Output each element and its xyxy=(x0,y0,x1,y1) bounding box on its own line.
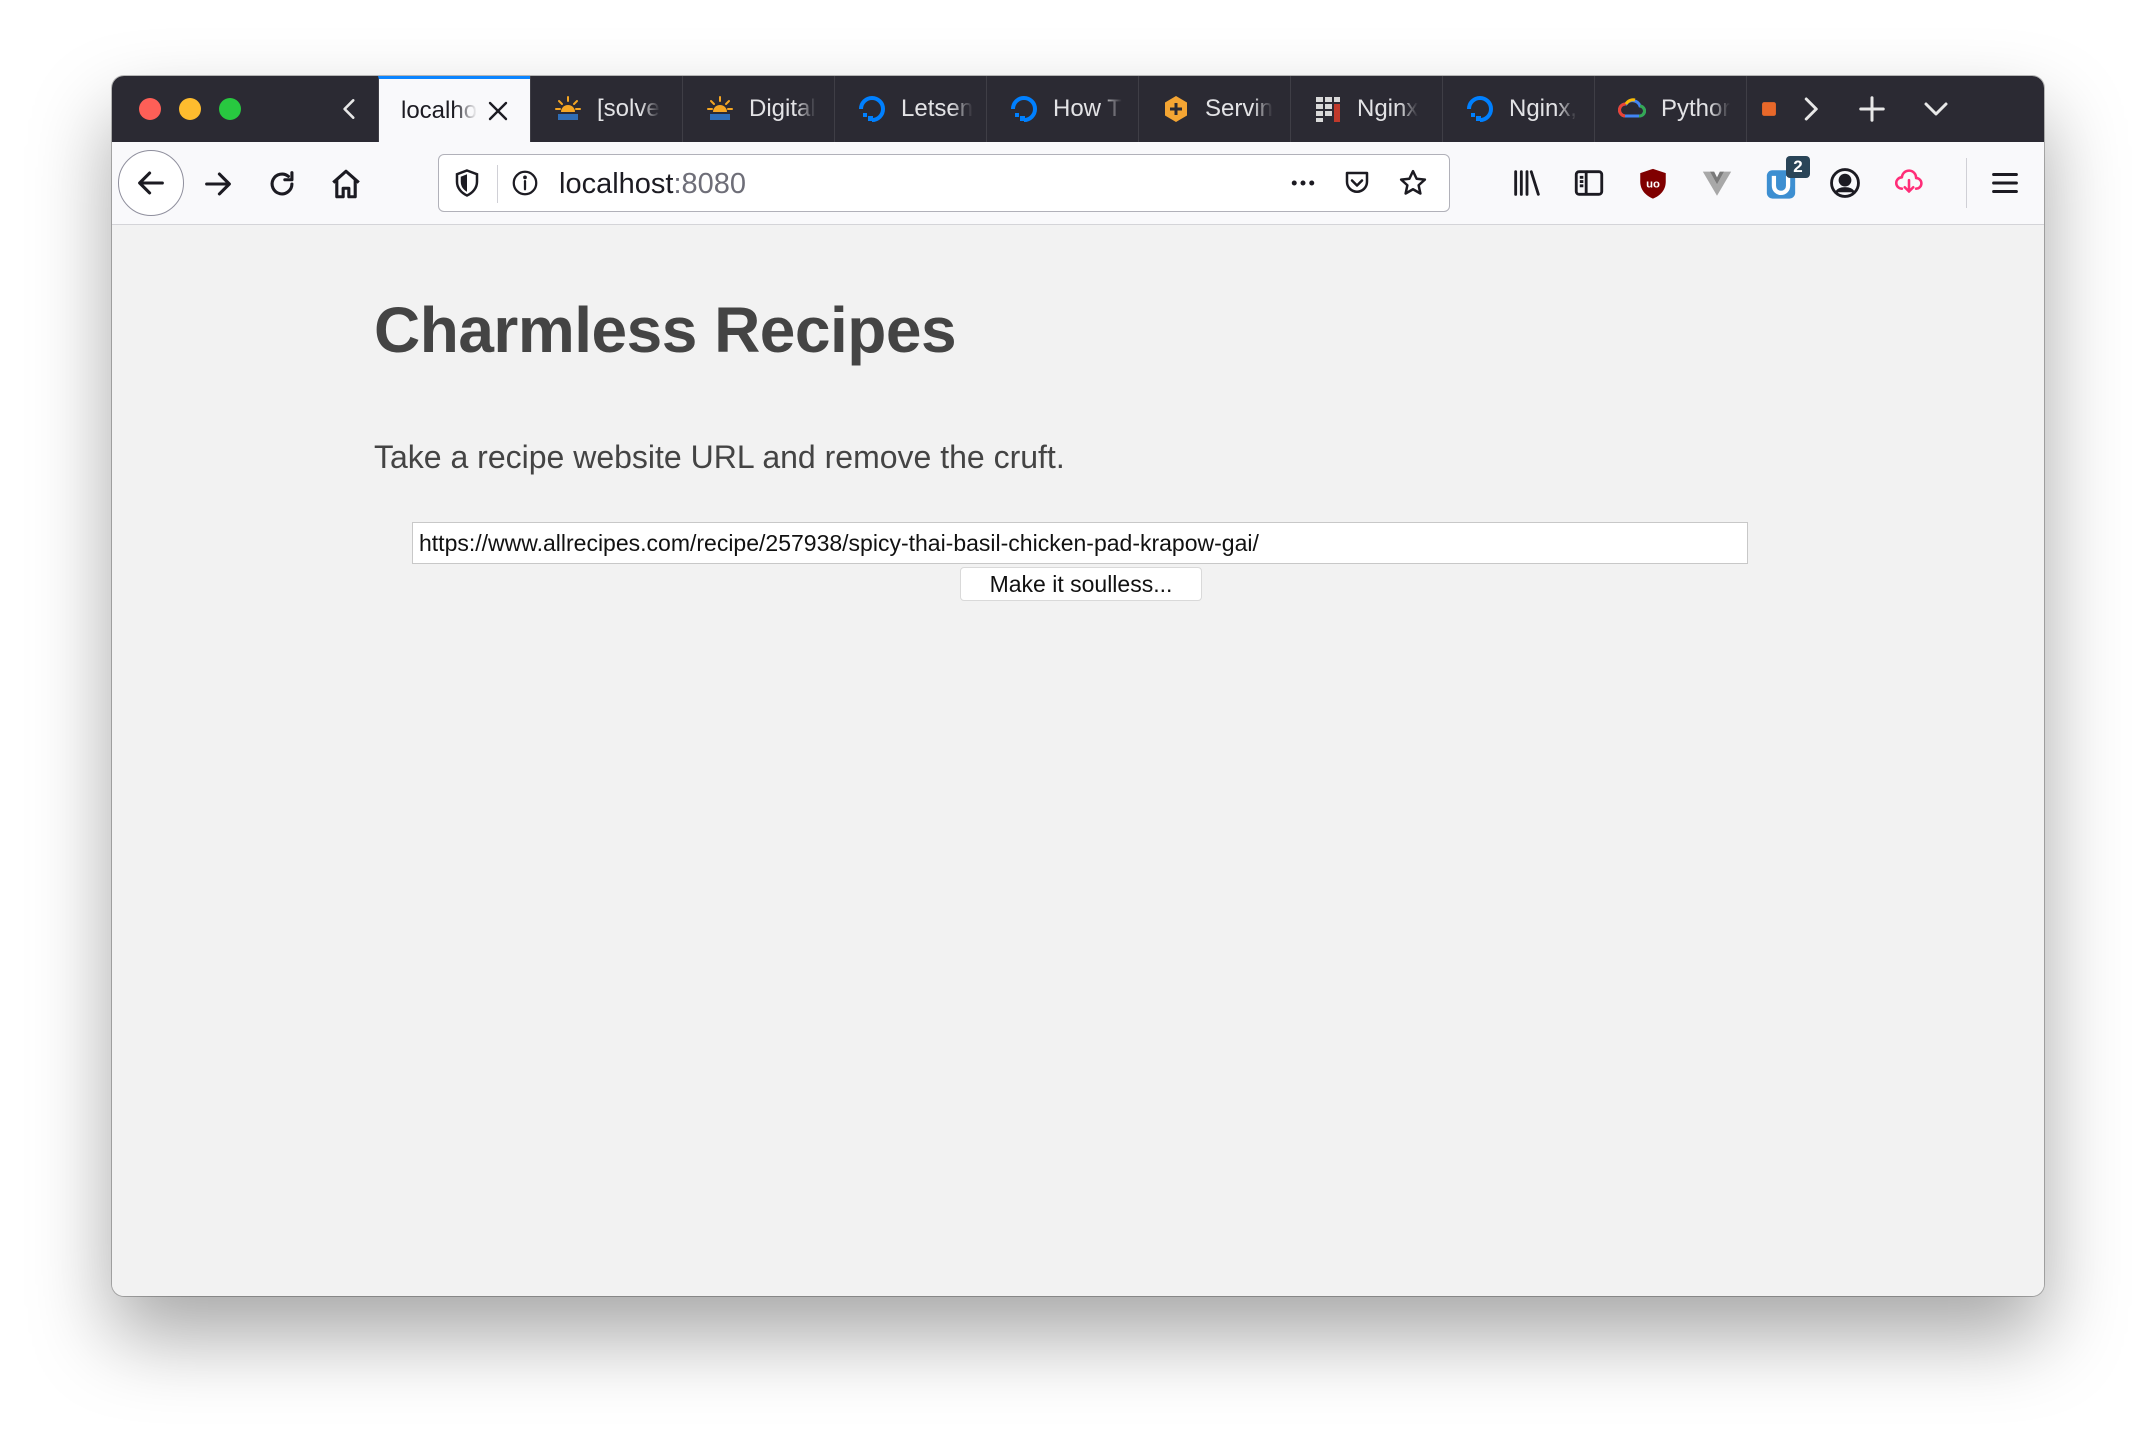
hamburger-menu-icon xyxy=(1992,172,2018,194)
sidebar-icon xyxy=(1574,170,1604,196)
reload-button[interactable] xyxy=(256,158,308,210)
close-tab-icon[interactable] xyxy=(486,99,510,123)
tab-partial[interactable] xyxy=(1746,76,1780,142)
maximize-window-button[interactable] xyxy=(219,98,241,120)
tab-label: localho xyxy=(401,96,478,124)
bookmark-star-button[interactable] xyxy=(1397,167,1429,199)
account-icon xyxy=(1830,168,1860,198)
tab-favicon-icon xyxy=(1761,94,1777,124)
tab-nginx-do[interactable]: Nginx, xyxy=(1442,76,1594,142)
info-icon xyxy=(512,170,538,196)
vue-devtools-button[interactable] xyxy=(1698,164,1736,202)
digitalocean-icon xyxy=(1009,94,1039,124)
tab-label: Pythor xyxy=(1661,95,1731,122)
tab-digital[interactable]: Digital xyxy=(682,76,834,142)
app-menu-button[interactable] xyxy=(1986,164,2024,202)
tab-localhost[interactable]: localho xyxy=(378,76,530,142)
tab-scroll-left-button[interactable] xyxy=(322,76,378,142)
url-host: localhost xyxy=(559,168,674,200)
toolbar-divider xyxy=(1966,158,1967,208)
new-tab-button[interactable] xyxy=(1842,76,1902,142)
digitalocean-icon xyxy=(857,94,887,124)
list-all-tabs-button[interactable] xyxy=(1906,76,1966,142)
shield-icon xyxy=(455,169,479,197)
pocket-icon xyxy=(1345,171,1369,193)
sun-logo-icon xyxy=(705,94,735,124)
tab-letsencrypt[interactable]: Letsen xyxy=(834,76,986,142)
forward-button[interactable] xyxy=(192,158,244,210)
ublock-origin-button[interactable]: uo xyxy=(1634,164,1672,202)
tab-label: Digital xyxy=(749,95,816,122)
svg-text:uo: uo xyxy=(1646,178,1660,190)
sun-logo-icon xyxy=(553,94,583,124)
home-button[interactable] xyxy=(320,158,372,210)
tracking-protection-button[interactable] xyxy=(451,167,483,199)
tab-label: Nginx xyxy=(1357,95,1419,122)
tab-label: Servin xyxy=(1205,95,1274,122)
tab-bar: localho [solve Digital Letsen How T Serv… xyxy=(112,76,2044,142)
grid-icon xyxy=(1313,94,1343,124)
tab-serving[interactable]: Servin xyxy=(1138,76,1290,142)
page-subtitle: Take a recipe website URL and remove the… xyxy=(374,439,1065,475)
more-horizontal-icon xyxy=(1291,180,1315,186)
chevron-right-icon xyxy=(1804,97,1818,121)
tab-scroll-right-button[interactable] xyxy=(1780,76,1840,142)
home-icon xyxy=(332,169,360,199)
page-content: Charmless Recipes Take a recipe website … xyxy=(112,225,2044,1296)
url-port: :8080 xyxy=(673,168,747,200)
vue-logo-icon xyxy=(1702,171,1732,196)
tab-how-to[interactable]: How T xyxy=(986,76,1138,142)
ugly-email-button[interactable]: 2 xyxy=(1762,156,1810,202)
address-bar[interactable]: localhost:8080 xyxy=(438,154,1450,212)
ublock-shield-icon: uo xyxy=(1640,168,1666,199)
tab-label: How T xyxy=(1053,95,1122,122)
sidebar-button[interactable] xyxy=(1570,164,1608,202)
page-title: Charmless Recipes xyxy=(374,294,957,366)
tab-nginx[interactable]: Nginx xyxy=(1290,76,1442,142)
url-text[interactable]: localhost:8080 xyxy=(559,168,746,201)
cloud-download-icon xyxy=(1895,169,1923,193)
digitalocean-icon xyxy=(1465,94,1495,124)
hexagon-plus-icon xyxy=(1161,94,1191,124)
extension-badge-count: 2 xyxy=(1786,156,1810,178)
chevron-left-icon xyxy=(343,99,355,119)
library-icon xyxy=(1514,170,1540,196)
library-button[interactable] xyxy=(1508,164,1546,202)
make-it-soulless-button[interactable]: Make it soulless... xyxy=(960,567,1202,601)
reload-icon xyxy=(270,171,294,196)
recipe-url-input[interactable] xyxy=(412,522,1748,564)
chevron-down-icon xyxy=(1924,102,1948,116)
tab-label: [solve xyxy=(597,95,660,122)
tab-python[interactable]: Pythor xyxy=(1594,76,1746,142)
star-icon xyxy=(1399,169,1427,195)
tab-label: Nginx, xyxy=(1509,95,1578,122)
back-button[interactable] xyxy=(118,150,184,216)
navigation-toolbar: localhost:8080 uo 2 xyxy=(112,142,2044,225)
url-separator xyxy=(497,165,498,203)
close-window-button[interactable] xyxy=(139,98,161,120)
minimize-window-button[interactable] xyxy=(179,98,201,120)
cloud-download-button[interactable] xyxy=(1890,164,1928,202)
page-actions-button[interactable] xyxy=(1287,167,1319,199)
google-cloud-icon xyxy=(1617,94,1647,124)
browser-window: localho [solve Digital Letsen How T Serv… xyxy=(112,76,2044,1296)
arrow-left-icon xyxy=(138,171,164,195)
tab-solved[interactable]: [solve xyxy=(530,76,682,142)
account-button[interactable] xyxy=(1826,164,1864,202)
site-info-button[interactable] xyxy=(509,167,541,199)
arrow-right-icon xyxy=(205,172,231,196)
tab-label: Letsen xyxy=(901,95,974,122)
pocket-button[interactable] xyxy=(1341,167,1373,199)
plus-icon xyxy=(1859,96,1885,122)
